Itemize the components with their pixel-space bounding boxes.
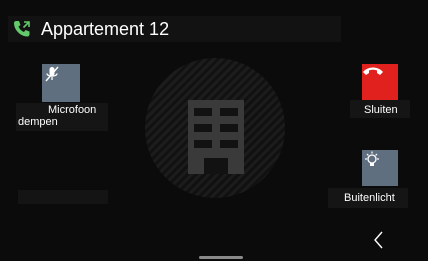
microphone-off-icon: [45, 66, 59, 82]
mute-microphone-button[interactable]: [42, 64, 80, 102]
outdoor-light-label: Buitenlicht: [344, 192, 395, 204]
lightbulb-icon: [365, 151, 379, 166]
chevron-left-icon[interactable]: [371, 229, 387, 251]
intercom-call-screen: Appartement 12 Microfoon dempen Sluiten …: [0, 0, 428, 261]
mute-label-line1: Microfoon: [48, 104, 97, 116]
phone-call-icon: [14, 21, 30, 37]
mute-label-line2: dempen: [18, 116, 58, 128]
caller-name: Appartement 12: [41, 19, 170, 39]
building-icon: [188, 100, 244, 174]
outdoor-light-button[interactable]: [362, 150, 398, 186]
home-indicator[interactable]: [199, 256, 243, 259]
empty-action-slot: [18, 190, 108, 204]
end-call-button[interactable]: [362, 64, 398, 100]
end-call-label: Sluiten: [364, 104, 398, 116]
caller-avatar: [145, 58, 285, 198]
phone-hangup-icon: [363, 67, 383, 75]
call-header: Appartement 12: [8, 16, 341, 42]
